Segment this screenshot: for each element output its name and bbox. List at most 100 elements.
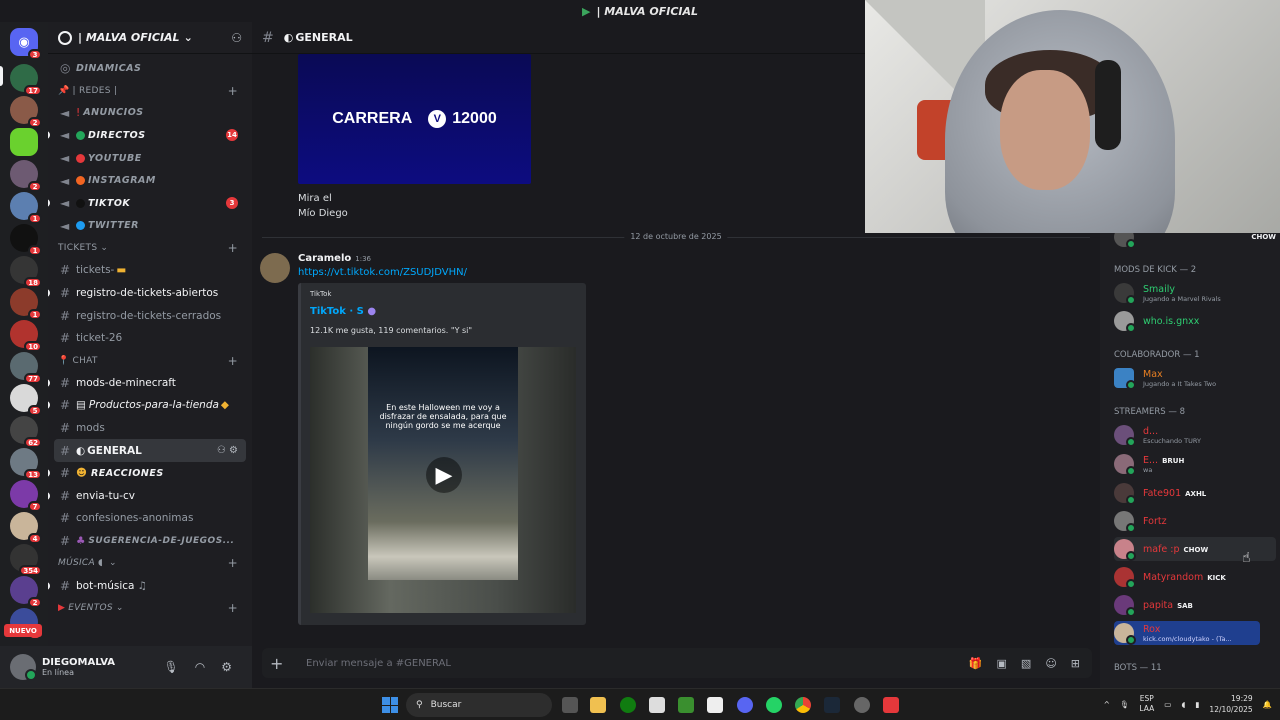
- obs-icon[interactable]: [854, 697, 870, 713]
- windows-start-icon[interactable]: [382, 697, 398, 713]
- clock[interactable]: 19:29 12/10/2025: [1209, 693, 1252, 715]
- category-tickets[interactable]: TICKETS ⌄ +: [48, 237, 252, 259]
- channel-general[interactable]: # ◐ GENERAL ⚇ ⚙: [54, 439, 246, 462]
- app-icon[interactable]: [707, 697, 723, 713]
- category-redes[interactable]: 📌 | REDES | +: [48, 80, 252, 102]
- member-item[interactable]: Matyrandom KICK: [1114, 565, 1276, 589]
- channel-registro-abiertos[interactable]: # registro-de-tickets-abiertos: [48, 282, 252, 305]
- member-item[interactable]: Smaily Jugando a Marvel Rivals: [1114, 281, 1276, 305]
- add-channel-icon[interactable]: +: [228, 354, 238, 368]
- add-attachment-icon[interactable]: +: [270, 654, 290, 673]
- task-view-icon[interactable]: [562, 697, 578, 713]
- gif-icon[interactable]: ▣: [997, 657, 1007, 670]
- message-author[interactable]: Caramelo 1:36: [298, 253, 371, 264]
- channel-anuncios[interactable]: ◄! ANUNCIOS: [48, 102, 252, 125]
- channel-mods-de-minecraft[interactable]: # mods-de-minecraft: [48, 372, 252, 395]
- add-channel-icon[interactable]: +: [228, 556, 238, 570]
- channel-bot-musica[interactable]: # bot-música ♫: [48, 574, 252, 597]
- server-icon[interactable]: 1: [10, 224, 42, 256]
- network-icon[interactable]: ▭: [1164, 700, 1171, 709]
- server-icon[interactable]: 13: [10, 448, 42, 480]
- channel-tiktok[interactable]: ◄ TIKTOK 3: [48, 192, 252, 215]
- category-musica[interactable]: MÚSICA ◖ ⌄ +: [48, 552, 252, 574]
- member-item[interactable]: d... Escuchando TURY: [1114, 423, 1276, 447]
- guild-header[interactable]: | MALVA OFICIAL ⌄ ⚇: [48, 22, 252, 54]
- taskbar-search[interactable]: ⚲ Buscar: [406, 693, 552, 717]
- chevron-up-icon[interactable]: ^: [1104, 700, 1110, 709]
- discord-home-icon[interactable]: ◉ 3: [10, 28, 42, 60]
- video-player[interactable]: En este Halloween me voy a disfrazar de …: [310, 347, 576, 613]
- microphone-tray-icon[interactable]: 🎙: [1120, 700, 1130, 709]
- member-item[interactable]: E... BRUH wa: [1114, 452, 1276, 476]
- channel-directos[interactable]: ◄ DIRECTOS 14: [48, 124, 252, 147]
- channel-envia-tu-cv[interactable]: # envia-tu-cv: [48, 485, 252, 508]
- server-icon[interactable]: 354: [10, 544, 42, 576]
- steam-icon[interactable]: [824, 697, 840, 713]
- channel-mods[interactable]: # mods: [48, 417, 252, 440]
- tiktok-live-icon[interactable]: [883, 697, 899, 713]
- gear-icon[interactable]: ⚙: [221, 660, 232, 674]
- add-channel-icon[interactable]: +: [228, 84, 238, 98]
- member-item[interactable]: papita SAB: [1114, 593, 1276, 617]
- channel-settings-icon[interactable]: ⚇ ⚙: [217, 445, 238, 456]
- store-icon[interactable]: [649, 697, 665, 713]
- language-indicator[interactable]: ESP LAA: [1139, 694, 1154, 714]
- add-channel-icon[interactable]: +: [228, 601, 238, 615]
- message-link[interactable]: https://vt.tiktok.com/ZSUDJDVHN/: [298, 267, 467, 278]
- message-composer[interactable]: + Enviar mensaje a #GENERAL 🎁 ▣ ▧ ☺ ⊞: [262, 648, 1092, 678]
- file-explorer-icon[interactable]: [590, 697, 606, 713]
- channel-youtube[interactable]: ◄ YOUTUBE: [48, 147, 252, 170]
- volume-icon[interactable]: ◖: [1181, 700, 1185, 709]
- channel-dinamicas[interactable]: ◎ DINAMICAS: [48, 57, 252, 80]
- server-icon[interactable]: 62: [10, 416, 42, 448]
- server-icon[interactable]: 1: [10, 192, 42, 224]
- embed-title[interactable]: TikTok · S ●: [310, 306, 376, 317]
- battery-icon[interactable]: ▮: [1195, 700, 1199, 709]
- discord-icon[interactable]: [737, 697, 753, 713]
- invite-people-icon[interactable]: ⚇: [231, 31, 242, 45]
- notification-icon[interactable]: 🔔: [1263, 700, 1272, 709]
- member-item[interactable]: mafe :p CHOW: [1114, 537, 1276, 561]
- channel-confesiones[interactable]: # confesiones-anonimas: [48, 507, 252, 530]
- member-item[interactable]: CHOW: [1114, 233, 1276, 249]
- channel-sugerencia[interactable]: # ♣ SUGERENCIA-DE-JUEGOS...: [48, 530, 252, 553]
- channel-tickets[interactable]: # tickets- ▬: [48, 259, 252, 282]
- server-icon[interactable]: 18: [10, 256, 42, 288]
- play-icon[interactable]: ▶: [426, 457, 462, 493]
- member-item[interactable]: Max Jugando a It Takes Two: [1114, 366, 1276, 390]
- channel-productos[interactable]: # ▤ Productos-para-la-tienda ◆: [48, 394, 252, 417]
- server-icon[interactable]: 10: [10, 320, 42, 352]
- headphones-icon[interactable]: ◠: [195, 660, 205, 674]
- server-icon[interactable]: 4: [10, 512, 42, 544]
- server-icon[interactable]: 2: [10, 96, 42, 128]
- channel-twitter[interactable]: ◄ TWITTER: [48, 215, 252, 238]
- apps-icon[interactable]: ⊞: [1071, 657, 1080, 670]
- channel-reacciones[interactable]: # ☻ REACCIONES: [48, 462, 252, 485]
- server-icon[interactable]: 7: [10, 480, 42, 512]
- server-icon[interactable]: 77: [10, 352, 42, 384]
- category-eventos[interactable]: ▶ EVENTOS ⌄ +: [48, 597, 252, 619]
- server-icon[interactable]: 5: [10, 384, 42, 416]
- server-icon-x[interactable]: [10, 128, 38, 156]
- nuevo-badge[interactable]: NUEVO: [4, 624, 42, 637]
- gift-icon[interactable]: 🎁: [969, 657, 983, 670]
- server-icon-malva[interactable]: 17: [10, 64, 42, 96]
- server-icon[interactable]: 2: [10, 576, 42, 608]
- promo-image[interactable]: CARRERA V 12000: [298, 54, 531, 184]
- chrome-icon[interactable]: [795, 697, 811, 713]
- member-item[interactable]: who.is.gnxx: [1114, 309, 1276, 333]
- add-channel-icon[interactable]: +: [228, 241, 238, 255]
- microphone-icon[interactable]: 🎙: [164, 660, 179, 674]
- member-item[interactable]: Rox kick.com/cloudytako - (Ta...: [1114, 621, 1260, 645]
- channel-ticket-26[interactable]: # ticket-26: [48, 327, 252, 350]
- minecraft-icon[interactable]: [678, 697, 694, 713]
- server-icon[interactable]: 2: [10, 160, 42, 192]
- server-icon[interactable]: 1: [10, 288, 42, 320]
- channel-registro-cerrados[interactable]: # registro-de-tickets-cerrados: [48, 304, 252, 327]
- member-item[interactable]: Fate901 AXHL: [1114, 481, 1276, 505]
- user-avatar[interactable]: [10, 654, 37, 681]
- avatar[interactable]: [260, 253, 290, 283]
- category-chat[interactable]: 📍 CHAT +: [48, 350, 252, 372]
- emoji-icon[interactable]: ☺: [1045, 657, 1056, 670]
- whatsapp-icon[interactable]: [766, 697, 782, 713]
